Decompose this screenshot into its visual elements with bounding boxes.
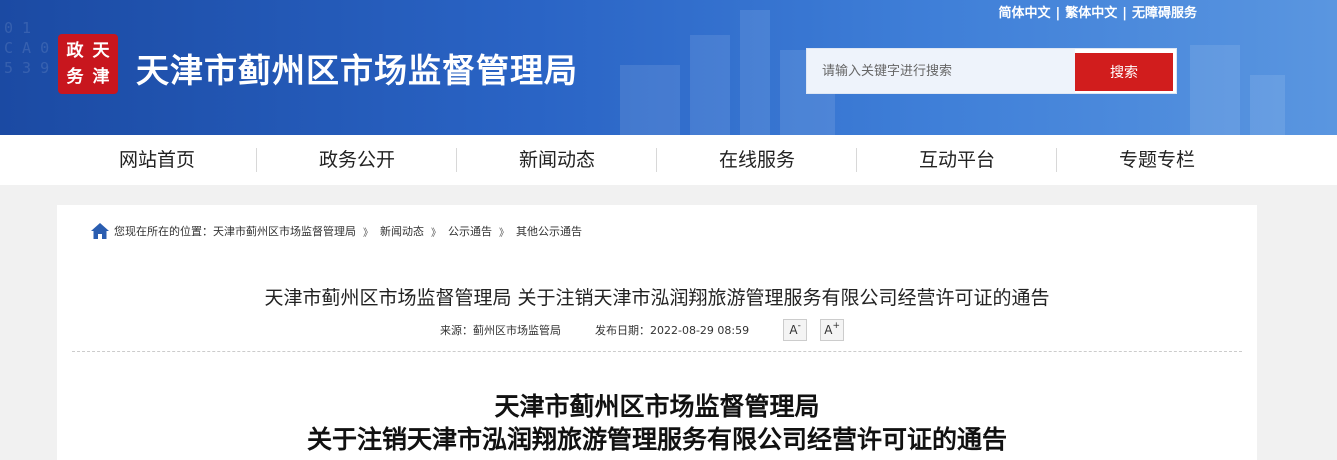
search-input[interactable] (807, 49, 1075, 93)
logo-char: 津 (92, 67, 110, 87)
breadcrumb-arrow: 》 (499, 227, 509, 239)
document-title: 天津市蓟州区市场监督管理局 关于注销天津市泓润翔旅游管理服务有限公司经营许可证的… (57, 390, 1257, 456)
accessibility-link[interactable]: 无障碍服务 (1132, 6, 1197, 21)
building-decoration (1250, 75, 1285, 135)
font-decrease-button[interactable]: A- (783, 319, 808, 341)
search-button[interactable]: 搜索 (1075, 53, 1173, 91)
logo-char: 政 (66, 41, 84, 61)
font-increase-sign: + (832, 321, 840, 331)
lang-traditional-link[interactable]: 繁体中文 (1065, 6, 1117, 21)
main-nav: 网站首页 政务公开 新闻动态 在线服务 互动平台 专题专栏 (0, 135, 1337, 185)
breadcrumb: 您现在所在的位置： 天津市蓟州区市场监督管理局 》 新闻动态 》 公示通告 》 … (90, 222, 582, 240)
article-title: 天津市蓟州区市场监督管理局 关于注销天津市泓润翔旅游管理服务有限公司经营许可证的… (264, 287, 1050, 309)
divider (72, 351, 1242, 352)
font-increase-button[interactable]: A + (820, 319, 845, 341)
building-decoration (620, 65, 680, 135)
search-box: 搜索 (806, 48, 1177, 94)
site-logo[interactable]: 政 天 务 津 (58, 34, 118, 94)
logo-char: 务 (66, 67, 84, 87)
article-source: 来源：蓟州区市场监管局 (440, 324, 561, 337)
lang-separator: | (1055, 6, 1061, 21)
site-title: 天津市蓟州区市场监督管理局 (136, 51, 578, 90)
language-bar: 简体中文 | 繁体中文 | 无障碍服务 (998, 2, 1197, 21)
breadcrumb-arrow: 》 (363, 227, 373, 239)
font-decrease-sign: - (797, 321, 801, 331)
article-meta: 来源：蓟州区市场监管局 发布日期：2022-08-29 08:59 A- A + (440, 319, 845, 341)
breadcrumb-item-home[interactable]: 天津市蓟州区市场监督管理局 (213, 223, 356, 239)
breadcrumb-prefix: 您现在所在的位置： (114, 225, 213, 238)
lang-simplified-link[interactable]: 简体中文 (998, 6, 1050, 21)
building-decoration (690, 35, 730, 135)
site-header: 0 1 C A 0 E 5 3 9 1 0 简体中文|繁体中文|无障碍服务 政 … (0, 0, 1337, 135)
building-decoration (740, 10, 770, 135)
font-decrease-label: A (789, 323, 798, 337)
nav-item-news[interactable]: 新闻动态 (457, 135, 657, 185)
breadcrumb-item-notices[interactable]: 公示通告 (448, 223, 492, 239)
nav-item-online-services[interactable]: 在线服务 (657, 135, 857, 185)
font-increase-label: A (824, 323, 833, 337)
article-container: 您现在所在的位置： 天津市蓟州区市场监督管理局 》 新闻动态 》 公示通告 》 … (57, 205, 1257, 460)
home-icon[interactable] (90, 222, 110, 240)
document-title-line2: 关于注销天津市泓润翔旅游管理服务有限公司经营许可证的通告 (306, 425, 1007, 454)
nav-item-special-topics[interactable]: 专题专栏 (1057, 135, 1257, 185)
breadcrumb-item-other-notices[interactable]: 其他公示通告 (516, 223, 582, 239)
article-publish-date: 发布日期：2022-08-29 08:59 (595, 324, 750, 337)
document-title-line1: 天津市蓟州区市场监督管理局 (494, 392, 820, 421)
breadcrumb-arrow: 》 (431, 227, 441, 239)
nav-item-home[interactable]: 网站首页 (57, 135, 257, 185)
breadcrumb-item-news[interactable]: 新闻动态 (380, 223, 424, 239)
lang-separator: | (1122, 6, 1127, 21)
building-decoration (1190, 45, 1240, 135)
logo-char: 天 (92, 41, 110, 61)
nav-item-government-affairs[interactable]: 政务公开 (257, 135, 457, 185)
nav-item-interaction[interactable]: 互动平台 (857, 135, 1057, 185)
